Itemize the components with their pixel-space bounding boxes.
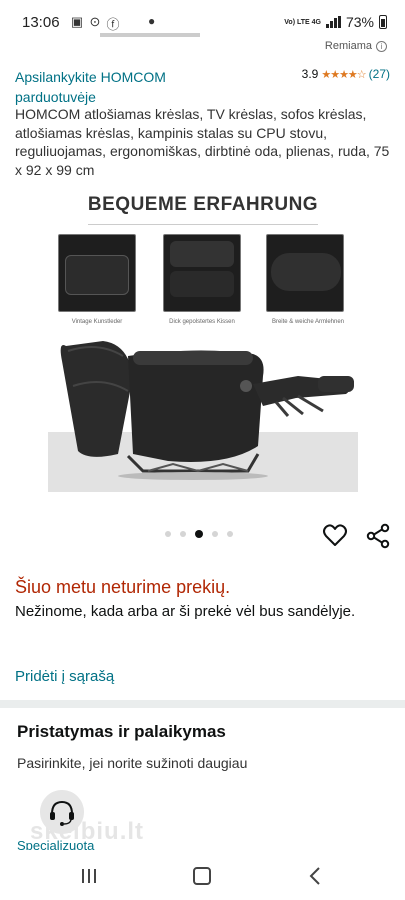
rating-summary[interactable]: 3.9 ★★★★☆ (27) [302,67,390,81]
info-icon: i [376,40,387,52]
gallery-icon: ▣ [70,14,84,29]
product-image[interactable]: BEQUEME ERFAHRUNG Vintage Kunstleder Dic… [48,186,358,492]
home-icon[interactable] [193,867,211,885]
sponsored-label[interactable]: Remiama i [325,40,387,52]
status-bar: 13:06 ▣ ⊙ ⓕ ● Vo) LTE 4G 73% [0,0,405,38]
share-icon[interactable] [366,523,390,549]
status-time: 13:06 [22,14,60,31]
caption-cushion: Dick gepolstertes Kissen [169,319,235,325]
caption-leather: Vintage Kunstleder [71,319,123,325]
recliner-chair-illustration [60,341,354,480]
availability-status: Šiuo metu neturime prekių. [15,577,231,597]
star-rating-icon: ★★★★☆ [321,68,366,81]
rating-value: 3.9 [301,67,319,81]
detail-thumb-cushion [163,234,241,312]
facebook-icon: ⓕ [106,17,120,32]
previous-ad-edge [100,33,200,37]
headset-icon[interactable] [40,790,84,834]
carousel-dot[interactable] [227,531,233,537]
battery-icon [379,15,387,29]
sync-icon: ⊙ [89,14,101,29]
more-notifications-icon: ● [148,14,156,28]
carousel-dot-active[interactable] [195,530,203,538]
carousel-dot[interactable] [212,531,218,537]
android-navigation-bar [0,850,405,900]
caption-armrest: Breite & weiche Armlehnen [271,319,345,325]
notification-icons: ▣ ⊙ ⓕ [70,14,120,33]
detail-thumb-armrest [266,234,344,312]
recent-apps-icon[interactable] [80,868,98,884]
store-link[interactable]: Apsilankykite HOMCOM parduotuvėje [15,67,235,107]
signal-icon [325,16,341,28]
add-to-list-link[interactable]: Pridėti į sąrašą [15,668,114,685]
delivery-title: Pristatymas ir palaikymas [17,722,226,741]
carousel-dot[interactable] [180,531,186,537]
heart-icon[interactable] [322,523,348,549]
system-status: Vo) LTE 4G 73% [284,14,387,30]
back-icon[interactable] [308,866,322,886]
carousel-dots[interactable] [165,530,233,538]
image-heading: BEQUEME ERFAHRUNG [87,194,319,215]
detail-thumb-leather [58,234,136,312]
battery-percent: 73% [345,14,374,30]
availability-description: Nežinome, kada arba ar ši prekė vėl bus … [15,603,356,620]
carousel-dot[interactable] [165,531,171,537]
sponsored-text: Remiama [324,40,372,52]
image-heading-rule [88,224,318,225]
product-title: HOMCOM atlošiamas krėslas, TV krėslas, s… [15,106,390,178]
network-badge: Vo) LTE 4G [284,18,321,26]
rating-count: (27) [368,67,390,81]
delivery-subtitle: Pasirinkite, jei norite sužinoti daugiau [17,755,248,771]
section-divider [0,700,405,708]
